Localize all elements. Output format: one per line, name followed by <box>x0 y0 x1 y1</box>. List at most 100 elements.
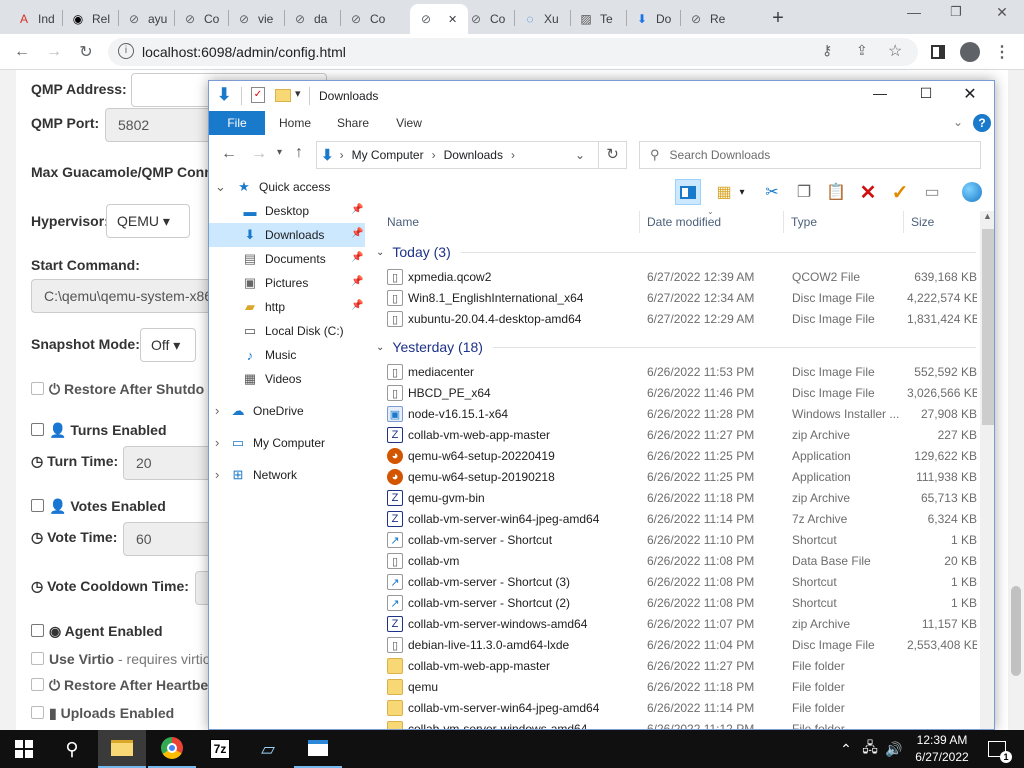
nav-item-pictures[interactable]: ▣ Pictures <box>241 271 309 295</box>
file-row[interactable]: ↗ collab-vm-server - Shortcut 6/26/2022 11… <box>374 530 979 551</box>
properties-panel-icon[interactable]: ▭ <box>919 179 945 205</box>
ribbon-expand-chevron-icon[interactable]: ⌄ <box>953 115 963 129</box>
preview-pane-icon[interactable] <box>675 179 701 205</box>
file-row[interactable]: collab-vm-web-app-master 6/26/2022 11:27 … <box>374 656 979 677</box>
globe-icon[interactable] <box>959 179 985 205</box>
taskbar-search-icon[interactable]: ⚲ <box>48 730 96 768</box>
browser-tab[interactable]: ⊘ Co <box>174 4 228 34</box>
breadcrumb-my-computer[interactable]: My Computer <box>352 148 424 162</box>
menu-kebab-icon[interactable]: ⋮ <box>990 40 1014 64</box>
expand-chevron-icon[interactable]: › <box>215 467 219 482</box>
profile-avatar-icon[interactable] <box>958 40 982 64</box>
chrome-taskbar-icon[interactable] <box>148 730 196 768</box>
file-row[interactable]: Zcollab-vm-web-app-master 6/26/2022 11:27… <box>374 425 979 446</box>
group-collapse-chevron-icon[interactable]: ⌄ <box>376 342 384 353</box>
file-row[interactable]: ▯ debian-live-11.3.0-amd64-lxde 6/26/2022 … <box>374 635 979 656</box>
uploads-enabled-checkbox[interactable] <box>31 706 44 719</box>
quick-access-download-icon[interactable]: ⬇ <box>217 85 231 105</box>
info-icon[interactable]: i <box>118 43 134 59</box>
file-row[interactable]: qemu 6/26/2022 11:18 PM File folder <box>374 677 979 698</box>
browser-tab[interactable]: ⊘ da <box>284 4 340 34</box>
clock[interactable]: 12:39 AM 6/27/2022 <box>910 732 974 766</box>
properties-icon[interactable]: ✓ <box>251 87 265 103</box>
qmp-port-input[interactable]: 5802 <box>105 108 225 142</box>
recent-locations-chevron-icon[interactable]: ▾ <box>277 147 282 158</box>
notepad-taskbar-icon[interactable]: ▱ <box>244 730 292 768</box>
column-header-size[interactable]: Size <box>906 211 979 233</box>
reload-icon[interactable]: ↻ <box>74 40 98 64</box>
browser-tab[interactable]: ⊘ vie <box>228 4 284 34</box>
nav-item-my-computer[interactable]: ▭ My Computer <box>229 431 325 455</box>
ribbon-tab-home[interactable]: Home <box>271 111 319 135</box>
nav-item-downloads[interactable]: ⬇ Downloads <box>209 223 365 247</box>
paste-icon[interactable]: 📋 <box>823 179 849 205</box>
nav-item-http[interactable]: ▰ http <box>241 295 285 319</box>
file-row[interactable]: Zqemu-gvm-bin 6/26/2022 11:18 PM zip Archi… <box>374 488 979 509</box>
nav-item-quick-access[interactable]: ★ Quick access <box>235 175 330 199</box>
turns-enabled-checkbox[interactable] <box>31 423 44 436</box>
votes-enabled-checkbox[interactable] <box>31 499 44 512</box>
hypervisor-dropdown[interactable]: QEMU ▾ <box>106 204 190 238</box>
scroll-up-arrow-icon[interactable]: ▲ <box>983 211 992 221</box>
customize-toolbar-chevron-icon[interactable]: ▾ <box>295 87 301 100</box>
copy-icon[interactable]: ❐ <box>791 179 817 205</box>
explorer-forward-icon[interactable]: → <box>251 145 267 163</box>
show-hidden-icons-chevron-icon[interactable]: ⌃ <box>834 730 858 768</box>
browser-tab[interactable]: ⊘ Re <box>680 4 736 34</box>
ribbon-tab-view[interactable]: View <box>385 111 433 135</box>
refresh-icon[interactable]: ↻ <box>599 141 627 169</box>
expand-chevron-icon[interactable]: › <box>215 435 219 450</box>
app-window-taskbar-icon[interactable] <box>294 730 342 768</box>
file-row[interactable]: ▯ Win8.1_EnglishInternational_x64 6/27/202… <box>374 288 979 309</box>
nav-item-network[interactable]: ⊞ Network <box>229 463 297 487</box>
file-row[interactable]: ▯ collab-vm 6/26/2022 11:08 PM Data Base Fi… <box>374 551 979 572</box>
notification-center-icon[interactable]: 1 <box>980 730 1014 768</box>
file-explorer-taskbar-icon[interactable] <box>98 730 146 768</box>
window-close-button[interactable]: ✕ <box>982 4 1022 28</box>
browser-tab[interactable]: ⬇ Do <box>626 4 680 34</box>
nav-item-documents[interactable]: ▤ Documents <box>241 247 326 271</box>
snapshot-mode-dropdown[interactable]: Off ▾ <box>140 328 196 362</box>
up-folder-icon[interactable]: ↑ <box>295 144 303 162</box>
delete-icon[interactable]: ✕ <box>855 179 881 205</box>
nav-item-videos[interactable]: ▦ Videos <box>241 367 302 391</box>
collapse-chevron-icon[interactable]: ⌄ <box>215 179 226 195</box>
file-row[interactable]: ▯ xpmedia.qcow2 6/27/2022 12:39 AM QCOW2 Fi… <box>374 267 979 288</box>
group-collapse-chevron-icon[interactable]: ⌄ <box>376 247 384 258</box>
cut-icon[interactable]: ✂ <box>759 179 785 205</box>
bookmark-star-icon[interactable]: ☆ <box>888 41 902 61</box>
file-row[interactable]: ↗ collab-vm-server - Shortcut (2) 6/26/202… <box>374 593 979 614</box>
browser-tab[interactable]: ⊘ ayu <box>118 4 174 34</box>
nav-item-desktop[interactable]: ▬ Desktop <box>241 199 310 223</box>
file-row[interactable]: ▯ mediacenter 6/26/2022 11:53 PM Disc Image… <box>374 362 979 383</box>
file-row[interactable]: ◕ qemu-w64-setup-20190218 6/26/2022 11:25 … <box>374 467 979 488</box>
file-row[interactable]: ↗ collab-vm-server - Shortcut (3) 6/26/202… <box>374 572 979 593</box>
forward-icon[interactable]: → <box>42 40 66 64</box>
window-minimize-button[interactable]: — <box>894 4 934 28</box>
file-row[interactable]: Zcollab-vm-server-windows-amd64 6/26/2022… <box>374 614 979 635</box>
explorer-address-bar[interactable]: ⬇ › My Computer › Downloads › ⌄ <box>316 141 599 169</box>
column-header-type[interactable]: Type <box>786 211 904 233</box>
file-row[interactable]: ▯ xubuntu-20.04.4-desktop-amd64 6/27/2022 … <box>374 309 979 330</box>
vote-time-input[interactable]: 60 <box>123 522 213 556</box>
ribbon-tab-file[interactable]: File <box>209 111 265 135</box>
file-list-scrollbar-thumb[interactable] <box>982 229 994 425</box>
file-group-header[interactable]: ⌄ Yesterday (18) <box>376 335 976 359</box>
agent-enabled-checkbox[interactable] <box>31 624 44 637</box>
browser-tab[interactable]: ◌ Xu <box>514 4 570 34</box>
browser-tab[interactable]: ▨ Te <box>570 4 626 34</box>
browser-tab[interactable]: ⊘ Co <box>460 4 514 34</box>
page-scrollbar[interactable] <box>1008 70 1024 730</box>
explorer-maximize-button[interactable]: ☐ <box>911 85 941 102</box>
restore-after-shutdown-checkbox[interactable] <box>31 382 44 395</box>
nav-item-music[interactable]: ♪ Music <box>241 343 297 367</box>
explorer-close-button[interactable]: ✕ <box>955 84 985 104</box>
nav-item-local-disk-c[interactable]: ▭ Local Disk (C:) <box>241 319 344 343</box>
volume-tray-icon[interactable]: 🔊 <box>882 730 906 768</box>
window-restore-button[interactable]: ❐ <box>936 4 976 28</box>
file-group-header[interactable]: ⌄ Today (3) <box>376 240 976 264</box>
share-icon[interactable]: ⇪ <box>856 42 868 59</box>
browser-tab[interactable]: ◉ Rel <box>62 4 118 34</box>
file-list-scrollbar[interactable]: ▲ <box>980 211 994 729</box>
layout-chevron-icon[interactable]: ▾ <box>729 179 755 205</box>
